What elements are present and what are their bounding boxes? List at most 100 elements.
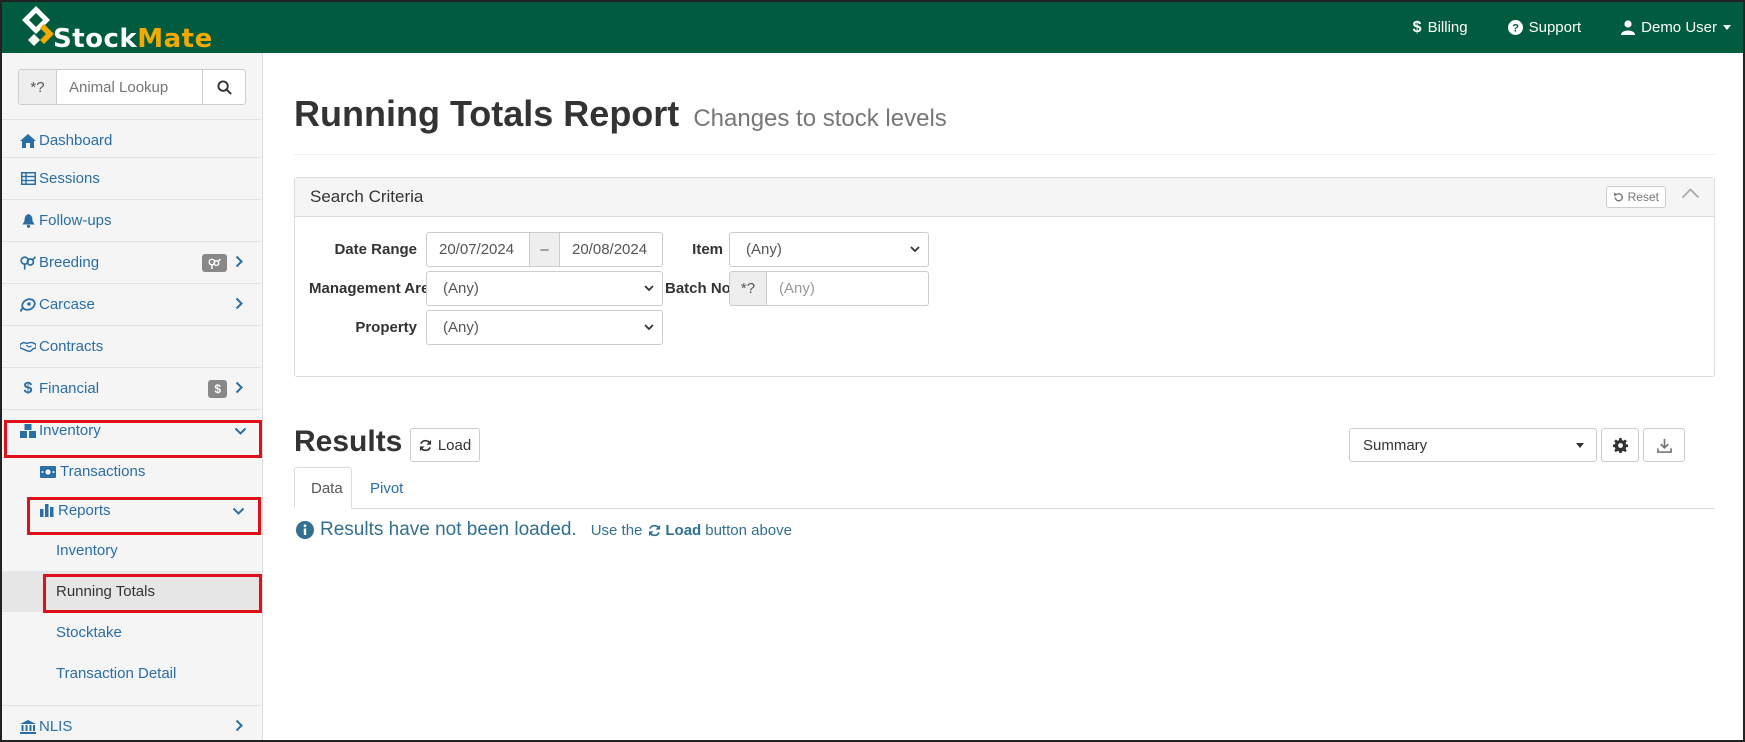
download-icon xyxy=(1656,438,1672,453)
chevron-right-icon xyxy=(235,719,243,732)
button-above-text: button above xyxy=(705,521,792,539)
results-not-loaded-text: Results have not been loaded. xyxy=(320,519,577,540)
load-button[interactable]: Load xyxy=(410,428,480,462)
panel-title: Search Criteria xyxy=(310,187,424,206)
sidebar-label: Breeding xyxy=(39,254,100,271)
svg-text:?: ? xyxy=(1512,23,1519,35)
drumstick-icon xyxy=(20,297,36,313)
property-select[interactable]: (Any) xyxy=(426,310,663,345)
top-nav-links: $ Billing ? Support Demo User xyxy=(1413,2,1731,53)
support-label: Support xyxy=(1528,19,1582,36)
sidebar-item-transactions[interactable]: Transactions xyxy=(2,451,261,492)
batch-no-input[interactable]: (Any) xyxy=(766,271,929,306)
sidebar-label: Running Totals xyxy=(56,583,155,600)
batch-no-label: Batch No. xyxy=(665,280,736,297)
sidebar-label: Transactions xyxy=(60,463,146,480)
sidebar-label: Dashboard xyxy=(39,132,113,149)
dollar-icon: $ xyxy=(1412,18,1422,36)
gender-icon xyxy=(20,255,36,271)
view-select[interactable]: Summary xyxy=(1349,428,1597,462)
bank-icon xyxy=(20,719,36,735)
inline-load-text: Load xyxy=(665,521,702,539)
caret-down-icon xyxy=(1723,25,1731,30)
tab-data[interactable]: Data xyxy=(294,467,352,509)
page-title-text: Running Totals Report xyxy=(294,93,680,134)
chevron-right-icon xyxy=(235,297,243,310)
animal-lookup-input[interactable] xyxy=(57,70,202,104)
management-area-select[interactable]: (Any) xyxy=(426,271,663,306)
tab-label: Pivot xyxy=(370,479,404,497)
item-select[interactable]: (Any) xyxy=(729,232,929,267)
cubes-icon xyxy=(20,423,36,439)
sidebar-item-financial[interactable]: $ Financial $ xyxy=(2,367,261,409)
user-menu[interactable]: Demo User xyxy=(1621,19,1731,36)
app-window: StockMate $ Billing ? Support Demo User … xyxy=(0,0,1745,742)
support-link[interactable]: ? Support xyxy=(1507,19,1582,36)
top-navbar: StockMate $ Billing ? Support Demo User xyxy=(2,2,1743,54)
sidebar-label: Transaction Detail xyxy=(56,665,177,682)
search-criteria-panel: Search Criteria Reset Date Range 20/07/2… xyxy=(294,177,1715,377)
sidebar-label: Inventory xyxy=(39,422,101,439)
breeding-badge-icon xyxy=(202,254,227,272)
settings-button[interactable] xyxy=(1601,428,1639,462)
sidebar-item-dashboard[interactable]: Dashboard xyxy=(2,119,261,161)
info-circle-icon xyxy=(296,521,314,539)
search-button[interactable] xyxy=(202,70,245,104)
sidebar-item-inventory[interactable]: Inventory xyxy=(2,409,261,451)
sidebar-label: Financial xyxy=(39,380,100,397)
chevron-down-icon xyxy=(644,285,654,292)
sidebar-item-sessions[interactable]: Sessions xyxy=(2,157,261,199)
financial-badge: $ xyxy=(208,380,227,398)
billing-link[interactable]: $ Billing xyxy=(1413,19,1468,37)
bell-icon xyxy=(20,213,36,229)
sidebar-label: Sessions xyxy=(39,170,100,187)
sidebar-item-report-inventory[interactable]: Inventory xyxy=(2,530,261,571)
property-value: (Any) xyxy=(443,319,479,336)
sidebar-item-running-totals[interactable]: Running Totals xyxy=(2,571,261,612)
billing-label: Billing xyxy=(1427,19,1468,36)
wildcard-addon[interactable]: *? xyxy=(19,70,57,104)
handshake-icon xyxy=(20,339,36,355)
chevron-down-icon xyxy=(232,507,245,515)
undo-icon xyxy=(1613,191,1623,201)
view-select-value: Summary xyxy=(1363,436,1428,454)
sidebar-item-reports[interactable]: Reports xyxy=(2,490,261,531)
item-select-value: (Any) xyxy=(746,241,782,258)
user-icon xyxy=(1621,20,1636,35)
sidebar-label: Carcase xyxy=(39,296,95,313)
reset-label: Reset xyxy=(1627,190,1659,204)
sidebar-item-carcase[interactable]: Carcase xyxy=(2,283,261,325)
date-range-label: Date Range xyxy=(334,241,417,258)
logo-wordmark: StockMate xyxy=(53,24,213,54)
tab-pivot[interactable]: Pivot xyxy=(354,467,419,509)
bar-chart-icon xyxy=(40,504,54,517)
sidebar-item-stocktake[interactable]: Stocktake xyxy=(2,612,261,653)
chevron-down-icon xyxy=(910,246,920,253)
logo-text-mate: Mate xyxy=(137,24,213,54)
sidebar-label: Contracts xyxy=(39,338,104,355)
batch-wildcard-addon[interactable]: *? xyxy=(729,271,767,306)
sidebar-item-followups[interactable]: Follow-ups xyxy=(2,199,261,241)
sidebar-label: Follow-ups xyxy=(39,212,112,229)
sidebar-item-contracts[interactable]: Contracts xyxy=(2,325,261,367)
sidebar-item-transaction-detail[interactable]: Transaction Detail xyxy=(2,653,261,694)
download-button[interactable] xyxy=(1643,428,1685,462)
load-label: Load xyxy=(437,436,472,454)
reset-button[interactable]: Reset xyxy=(1605,186,1666,208)
date-to-input[interactable]: 20/08/2024 xyxy=(559,232,663,267)
use-the-text: Use the xyxy=(590,521,643,539)
chevron-up-icon[interactable] xyxy=(1681,188,1700,199)
refresh-icon xyxy=(649,524,661,536)
user-name: Demo User xyxy=(1641,19,1717,36)
search-icon xyxy=(216,79,232,95)
sidebar-item-breeding[interactable]: Breeding xyxy=(2,241,261,283)
animal-lookup: *? xyxy=(18,69,246,105)
chevron-right-icon xyxy=(235,381,243,394)
date-from-input[interactable]: 20/07/2024 xyxy=(426,232,530,267)
home-icon xyxy=(20,133,36,149)
chevron-right-icon xyxy=(235,255,243,268)
chevron-down-icon xyxy=(644,324,654,331)
logo-text-stock: Stock xyxy=(53,24,138,54)
sidebar-item-nlis[interactable]: NLIS xyxy=(2,705,261,740)
item-label: Item xyxy=(692,241,723,258)
